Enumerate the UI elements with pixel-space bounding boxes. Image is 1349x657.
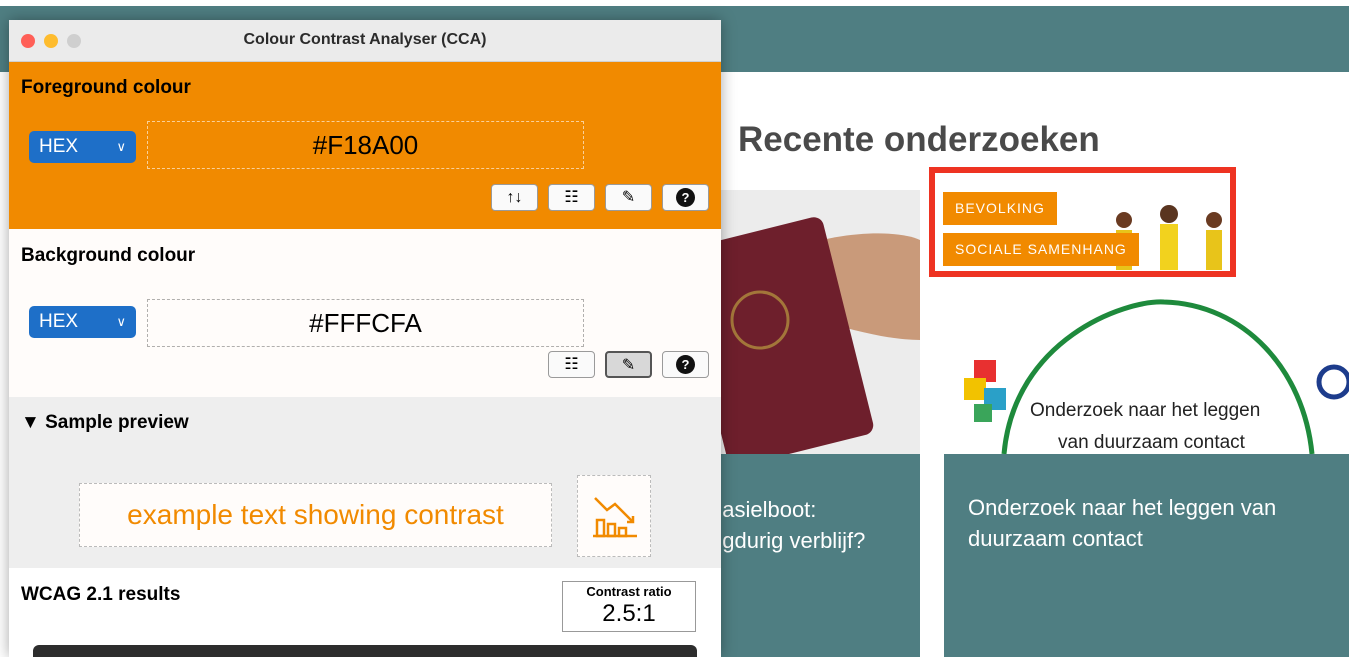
- passport-card-image[interactable]: [700, 190, 920, 454]
- window-titlebar: Colour Contrast Analyser (CCA): [9, 20, 721, 62]
- sample-preview-section: ▼ Sample preview example text showing co…: [9, 397, 721, 568]
- help-icon: ?: [676, 188, 695, 208]
- contrast-ratio-label: Contrast ratio: [586, 584, 672, 599]
- passport-illustration: [700, 190, 920, 454]
- eyedropper-icon: ✎: [621, 357, 636, 374]
- results-table-header: [33, 645, 697, 657]
- sample-preview-toggle[interactable]: ▼ Sample preview: [21, 412, 189, 434]
- sample-text-preview: example text showing contrast: [79, 483, 552, 547]
- wcag-results-label: WCAG 2.1 results: [21, 584, 181, 605]
- foreground-colour-section: Foreground colour HEX ∨ #F18A00 ↑↓ ☷ ✎ ?: [9, 62, 721, 229]
- contact-research-card-body[interactable]: Onderzoek naar het leggen van duurzaam c…: [944, 454, 1349, 657]
- chevron-down-icon: ∨: [116, 139, 126, 154]
- image-caption-line-2: van duurzaam contact: [1058, 432, 1245, 453]
- foreground-format-value: HEX: [39, 136, 79, 157]
- asylum-card-body[interactable]: f asielboot: ngdurig verblijf?: [700, 454, 920, 657]
- swap-colours-button[interactable]: ↑↓: [491, 184, 538, 211]
- asylum-card-title-line-1: f asielboot:: [710, 497, 817, 522]
- chevron-down-icon: ∨: [116, 314, 126, 329]
- web-page-heading: Recente onderzoeken: [738, 120, 1100, 159]
- asylum-card-title-line-2: ngdurig verblijf?: [710, 528, 866, 553]
- window-title: Colour Contrast Analyser (CCA): [243, 31, 487, 48]
- eyedropper-icon: ✎: [621, 189, 636, 206]
- foreground-eyedropper-button[interactable]: ✎: [605, 184, 652, 211]
- foreground-format-select[interactable]: HEX ∨: [29, 131, 136, 163]
- swap-icon: ↑↓: [506, 189, 523, 206]
- contrast-ratio-value: 2.5:1: [602, 600, 656, 627]
- asylum-card-title[interactable]: f asielboot: ngdurig verblijf?: [710, 494, 865, 556]
- foreground-help-button[interactable]: ?: [662, 184, 709, 211]
- contrast-ratio-box: Contrast ratio 2.5:1: [562, 581, 696, 632]
- cca-window: Colour Contrast Analyser (CCA) Foregroun…: [9, 20, 721, 657]
- foreground-hex-input[interactable]: #F18A00: [147, 121, 584, 169]
- background-help-button[interactable]: ?: [662, 351, 709, 378]
- background-eyedropper-button[interactable]: ✎: [605, 351, 652, 378]
- chart-icon: [593, 497, 637, 538]
- background-sliders-button[interactable]: ☷: [548, 351, 595, 378]
- contact-research-card-title[interactable]: Onderzoek naar het leggen van duurzaam c…: [968, 492, 1338, 554]
- help-icon: ?: [676, 355, 695, 375]
- sliders-icon: ☷: [564, 356, 579, 373]
- wcag-results-section: WCAG 2.1 results Contrast ratio 2.5:1: [9, 568, 721, 657]
- foreground-sliders-button[interactable]: ☷: [548, 184, 595, 211]
- sliders-icon: ☷: [564, 189, 579, 206]
- highlight-annotation-box: [929, 167, 1236, 277]
- background-colour-section: Background colour HEX ∨ #FFFCFA ☷ ✎ ?: [9, 229, 721, 397]
- sample-graphic-preview: [577, 475, 651, 557]
- background-format-select[interactable]: HEX ∨: [29, 306, 136, 338]
- foreground-label: Foreground colour: [21, 77, 191, 98]
- background-label: Background colour: [21, 245, 196, 266]
- background-hex-input[interactable]: #FFFCFA: [147, 299, 584, 347]
- image-caption-line-1: Onderzoek naar het leggen: [1030, 400, 1261, 421]
- background-format-value: HEX: [39, 311, 79, 332]
